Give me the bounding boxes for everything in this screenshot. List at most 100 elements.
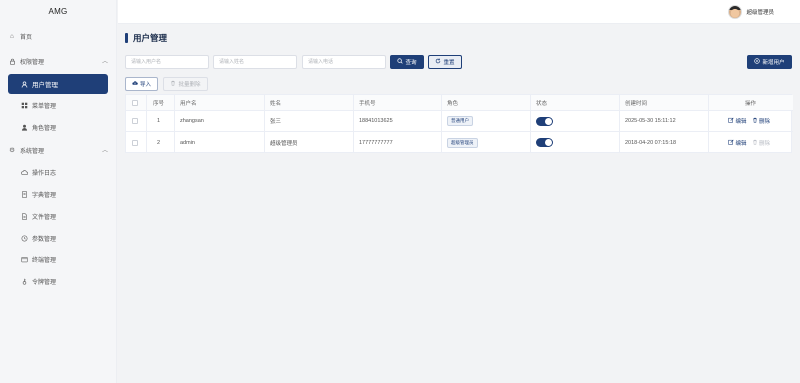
column-header-index: 序号 xyxy=(153,100,165,107)
clock-icon xyxy=(19,233,29,243)
delete-button[interactable]: 删除 xyxy=(752,117,770,125)
edit-icon xyxy=(728,117,734,125)
user-name: 超级管理员 xyxy=(746,10,774,16)
plus-circle-icon xyxy=(754,58,761,66)
role-tag: 普通用户 xyxy=(447,116,473,126)
cell-actions: 编辑 删除 xyxy=(728,111,775,131)
status-toggle[interactable] xyxy=(536,138,553,147)
table-row: 2 admin 超级管理员 17777777777 超级管理员 2018-04-… xyxy=(126,132,793,153)
column-header-name: 姓名 xyxy=(270,100,282,107)
user-table: 序号 用户名 姓名 手机号 角色 状态 创建时间 操作 1 zhangsan 张… xyxy=(125,94,793,153)
sidebar-item-dictionary[interactable]: 字典管理 xyxy=(0,186,117,202)
sidebar-item-menu-management[interactable]: 菜单管理 xyxy=(0,97,117,113)
home-icon: ⌂ xyxy=(10,32,14,40)
sidebar-item-home[interactable]: ⌂ 首页 xyxy=(0,28,117,44)
sidebar-item-label: 角色管理 xyxy=(32,125,57,132)
column-header-role: 角色 xyxy=(447,100,459,107)
sidebar-item-label: 菜单管理 xyxy=(32,103,57,110)
cell-index: 2 xyxy=(157,139,161,146)
sidebar-item-label: 操作日志 xyxy=(32,170,57,177)
table-row: 1 zhangsan 张三 18841013625 普通用户 2025-05-3… xyxy=(126,111,793,132)
column-divider xyxy=(264,95,265,152)
upload-cloud-icon xyxy=(132,80,138,88)
gear-icon: ⚙ xyxy=(9,147,15,154)
sidebar-item-operation-log[interactable]: 操作日志 xyxy=(0,164,117,180)
column-divider xyxy=(619,95,620,152)
add-user-button[interactable]: 新增用户 xyxy=(747,55,792,69)
avatar xyxy=(728,5,743,19)
reset-button[interactable]: 重置 xyxy=(428,55,462,69)
sidebar-item-label: 用户管理 xyxy=(32,82,58,89)
cloud-icon xyxy=(19,167,29,177)
edit-icon xyxy=(728,139,734,147)
sidebar-item-file[interactable]: 文件管理 xyxy=(0,208,117,224)
column-header-phone: 手机号 xyxy=(359,100,376,107)
user-menu[interactable]: 超级管理员 xyxy=(728,5,774,19)
sidebar-item-label: 文件管理 xyxy=(32,214,57,221)
sidebar-item-label: 系统管理 xyxy=(20,148,45,155)
import-button[interactable]: 导入 xyxy=(125,77,158,91)
top-header: 超级管理员 xyxy=(118,0,800,24)
batch-delete-button[interactable]: 批量删除 xyxy=(163,77,208,91)
cell-role: 超级管理员 xyxy=(447,132,478,153)
phone-search-input[interactable] xyxy=(302,55,386,69)
cell-role: 普通用户 xyxy=(447,111,473,131)
chevron-up-icon: ︿ xyxy=(101,148,108,154)
column-divider xyxy=(174,95,175,152)
page-title: 用户管理 xyxy=(125,32,167,44)
sidebar-item-label: 字典管理 xyxy=(32,192,57,199)
sidebar-item-terminal[interactable]: 终端管理 xyxy=(0,251,117,267)
edit-button[interactable]: 编辑 xyxy=(728,117,747,125)
cell-index: 1 xyxy=(157,118,161,124)
sidebar-item-token[interactable]: 令牌管理 xyxy=(0,273,117,289)
column-divider xyxy=(708,95,709,152)
cell-status xyxy=(536,111,553,131)
trash-icon xyxy=(752,117,758,125)
terminal-icon xyxy=(19,254,29,264)
delete-button[interactable]: 删除 xyxy=(752,139,770,147)
person-icon xyxy=(19,122,29,132)
status-toggle[interactable] xyxy=(536,116,553,126)
cell-username: admin xyxy=(180,139,195,146)
title-accent-bar xyxy=(125,33,128,43)
sidebar-item-label: 首页 xyxy=(20,34,33,41)
sidebar: AMG ⌂ 首页 权限管理 ︿ 用户管理 菜单管理 角色管理 ⚙ 系统管理 ︿ xyxy=(0,0,117,383)
sidebar-item-label: 令牌管理 xyxy=(32,279,57,286)
cell-created: 2025-05-30 15:11:12 xyxy=(625,118,676,124)
role-tag: 超级管理员 xyxy=(447,137,478,148)
name-search-input[interactable] xyxy=(213,55,297,69)
sidebar-item-parameter[interactable]: 参数管理 xyxy=(0,230,117,246)
cell-name: 超级管理员 xyxy=(270,140,298,147)
username-search-input[interactable] xyxy=(125,55,209,69)
column-header-actions: 操作 xyxy=(745,100,757,107)
sidebar-item-role-management[interactable]: 角色管理 xyxy=(0,119,117,135)
cell-username: zhangsan xyxy=(180,118,204,124)
edit-button[interactable]: 编辑 xyxy=(728,139,747,147)
chevron-up-icon: ︿ xyxy=(101,59,108,65)
sidebar-group-system[interactable]: ⚙ 系统管理 ︿ xyxy=(0,142,117,158)
row-checkbox[interactable] xyxy=(132,132,138,153)
user-icon xyxy=(19,79,29,89)
file-icon xyxy=(19,211,29,221)
column-divider xyxy=(146,95,147,152)
sidebar-item-user-management[interactable]: 用户管理 xyxy=(8,74,108,94)
sidebar-item-label: 终端管理 xyxy=(32,257,57,264)
cell-status xyxy=(536,132,553,153)
cell-phone: 17777777777 xyxy=(359,139,393,146)
column-divider xyxy=(441,95,442,152)
column-divider xyxy=(353,95,354,152)
select-all-checkbox[interactable] xyxy=(132,95,138,110)
grid-icon xyxy=(19,100,29,110)
refresh-icon xyxy=(435,58,441,66)
key-icon xyxy=(19,276,29,286)
query-button[interactable]: 查询 xyxy=(390,55,424,69)
column-header-status: 状态 xyxy=(536,100,548,107)
search-icon xyxy=(397,58,404,66)
row-checkbox[interactable] xyxy=(132,111,138,131)
trash-icon xyxy=(752,139,758,147)
column-header-created: 创建时间 xyxy=(625,100,648,107)
book-icon xyxy=(19,189,29,199)
sidebar-group-permission[interactable]: 权限管理 ︿ xyxy=(0,53,117,69)
trash-icon xyxy=(170,80,176,88)
cell-phone: 18841013625 xyxy=(359,118,393,124)
